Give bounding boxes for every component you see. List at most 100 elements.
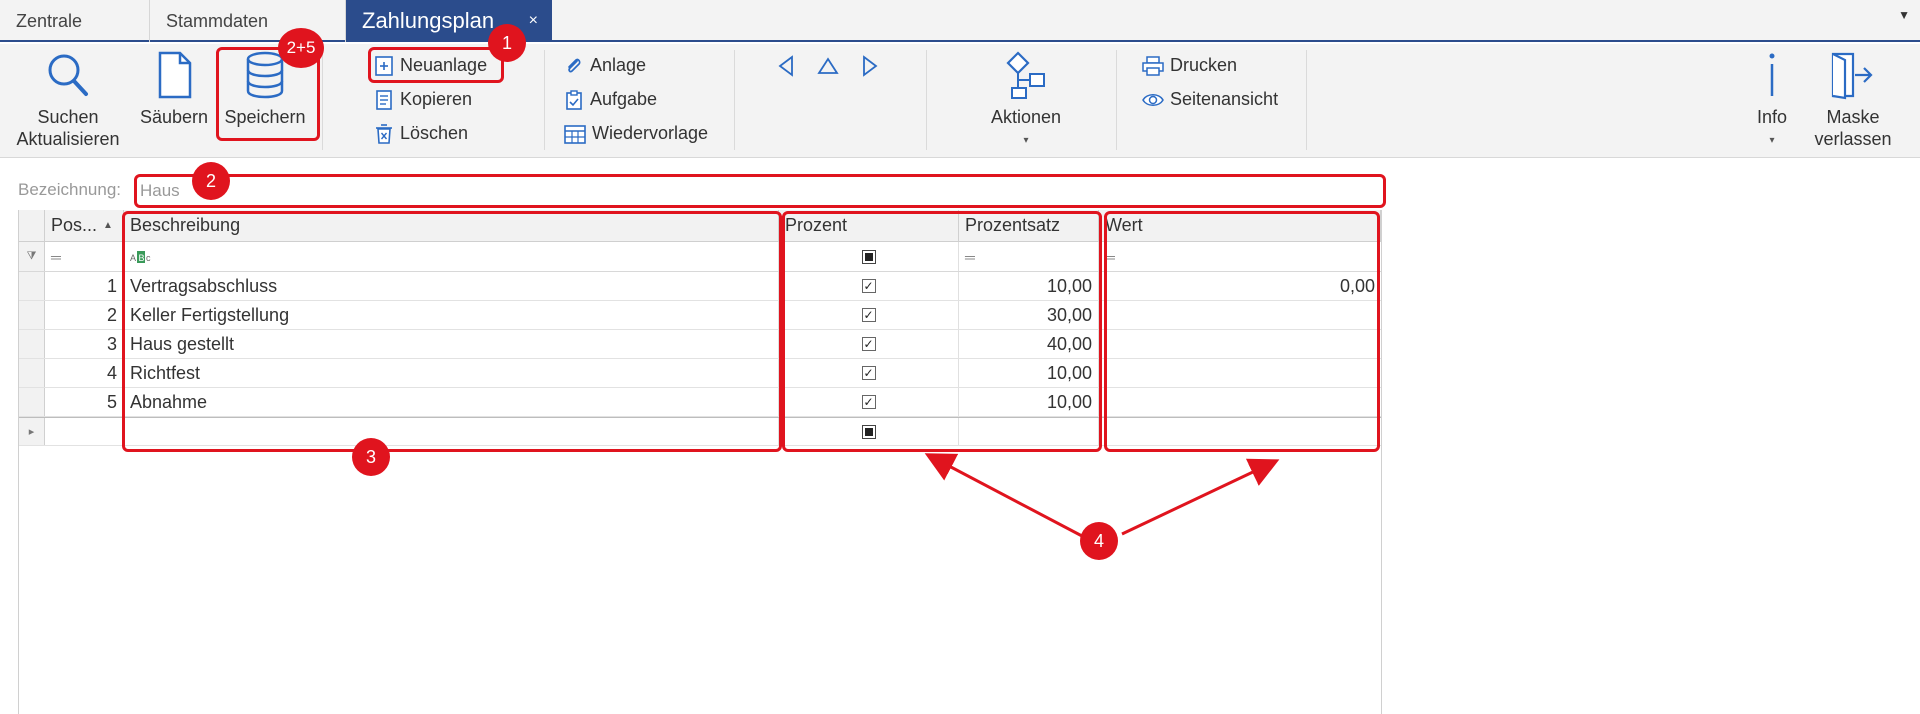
cell-pos[interactable] — [45, 418, 124, 445]
cell-rate[interactable] — [959, 418, 1099, 445]
filter-rate[interactable]: ═ — [959, 242, 1099, 271]
clear-button[interactable]: Säubern — [136, 50, 212, 128]
filter-pos[interactable]: ═ — [45, 242, 124, 271]
cell-pos[interactable]: 4 — [45, 359, 124, 387]
cell-percent[interactable]: ✓ — [779, 359, 959, 387]
cell-rate[interactable]: 30,00 — [959, 301, 1099, 329]
designation-field[interactable]: Haus — [134, 176, 1384, 206]
column-header-value[interactable]: Wert — [1099, 210, 1381, 241]
chevron-down-icon: ▾ — [1769, 135, 1775, 146]
cell-value[interactable] — [1099, 359, 1381, 387]
cell-rate[interactable]: 10,00 — [959, 272, 1099, 300]
exit-label-2: verlassen — [1814, 129, 1892, 149]
filter-percent[interactable] — [779, 242, 959, 271]
task-button[interactable]: Aufgabe — [564, 86, 657, 112]
cell-description[interactable]: Richtfest — [124, 359, 779, 387]
preview-button[interactable]: Seitenansicht — [1142, 86, 1278, 112]
equals-icon: ═ — [965, 248, 975, 265]
ribbon-separator — [1116, 50, 1117, 150]
next-icon[interactable] — [860, 54, 880, 78]
chevron-down-icon: ▾ — [1023, 135, 1029, 146]
column-header-description[interactable]: Beschreibung — [124, 210, 779, 241]
cell-percent[interactable]: ✓ — [779, 388, 959, 416]
info-icon — [1769, 53, 1775, 96]
column-header-pos[interactable]: Pos... ▲ — [45, 210, 124, 241]
preview-label: Seitenansicht — [1170, 89, 1279, 109]
info-button[interactable]: Info ▾ — [1746, 50, 1798, 152]
text-filter-icon: A B c — [130, 250, 151, 263]
indeterminate-checkbox[interactable] — [861, 424, 876, 439]
cell-pos[interactable]: 5 — [45, 388, 124, 416]
cell-value[interactable] — [1099, 301, 1381, 329]
exit-label: Maske — [1826, 107, 1880, 127]
tab-zentrale[interactable]: Zentrale — [0, 0, 150, 42]
checkbox-checked[interactable]: ✓ — [861, 308, 876, 322]
cell-percent[interactable]: ✓ — [779, 301, 959, 329]
print-button[interactable]: Drucken — [1142, 52, 1237, 78]
table-row[interactable]: 4 Richtfest ✓ 10,00 — [19, 359, 1381, 388]
cell-description[interactable]: Haus gestellt — [124, 330, 779, 358]
close-icon[interactable]: × — [529, 0, 538, 42]
row-indicator[interactable] — [19, 388, 45, 416]
new-button[interactable]: Neuanlage — [374, 52, 487, 78]
previous-icon[interactable] — [776, 54, 796, 78]
header-label: Pos... — [51, 215, 98, 235]
cell-value[interactable] — [1099, 418, 1381, 445]
cell-pos[interactable]: 1 — [45, 272, 124, 300]
row-indicator[interactable] — [19, 359, 45, 387]
ribbon-separator — [734, 50, 735, 150]
row-indicator[interactable] — [19, 272, 45, 300]
cell-rate[interactable]: 10,00 — [959, 359, 1099, 387]
column-header-percent[interactable]: Prozent — [779, 210, 959, 241]
workflow-icon — [1006, 51, 1045, 99]
indeterminate-checkbox[interactable] — [861, 249, 876, 264]
new-row[interactable]: ▸ — [19, 417, 1381, 446]
search-button[interactable]: Suchen Aktualisieren — [12, 50, 124, 150]
cell-description[interactable]: Vertragsabschluss — [124, 272, 779, 300]
cell-pos[interactable]: 3 — [45, 330, 124, 358]
cell-value[interactable]: 0,00 — [1099, 272, 1381, 300]
sort-ascending-icon: ▲ — [103, 220, 113, 231]
actions-button[interactable]: Aktionen ▾ — [966, 50, 1086, 152]
row-indicator[interactable] — [19, 330, 45, 358]
table-row[interactable]: 5 Abnahme ✓ 10,00 — [19, 388, 1381, 417]
payment-plan-grid: Pos... ▲ Beschreibung Prozent Prozentsatz… — [18, 210, 1382, 714]
cell-rate[interactable]: 40,00 — [959, 330, 1099, 358]
calendar-icon — [564, 125, 586, 145]
search-label: Suchen — [37, 107, 99, 127]
row-indicator-header — [19, 210, 45, 241]
search-icon — [48, 54, 88, 96]
copy-button[interactable]: Kopieren — [374, 86, 472, 112]
cell-value[interactable] — [1099, 388, 1381, 416]
up-icon[interactable] — [816, 54, 840, 78]
table-row[interactable]: 1 Vertragsabschluss ✓ 10,00 0,00 — [19, 272, 1381, 301]
row-indicator[interactable] — [19, 301, 45, 329]
chevron-down-icon[interactable]: ▼ — [1898, 8, 1910, 22]
cell-description[interactable]: Abnahme — [124, 388, 779, 416]
exit-button[interactable]: Maske verlassen — [1808, 50, 1898, 150]
tab-label: Zahlungsplan — [362, 8, 495, 33]
cell-rate[interactable]: 10,00 — [959, 388, 1099, 416]
followup-button[interactable]: Wiedervorlage — [564, 120, 708, 146]
svg-text:B: B — [139, 253, 145, 263]
checkbox-checked[interactable]: ✓ — [861, 337, 876, 351]
column-header-rate[interactable]: Prozentsatz — [959, 210, 1099, 241]
cell-description[interactable]: Keller Fertigstellung — [124, 301, 779, 329]
cell-value[interactable] — [1099, 330, 1381, 358]
attachment-button[interactable]: Anlage — [564, 52, 646, 78]
cell-pos[interactable]: 2 — [45, 301, 124, 329]
checkbox-checked[interactable]: ✓ — [861, 366, 876, 380]
cell-percent[interactable]: ✓ — [779, 330, 959, 358]
delete-button[interactable]: Löschen — [374, 120, 468, 146]
filter-description[interactable]: A B c — [124, 242, 779, 271]
cell-percent[interactable] — [779, 418, 959, 445]
filter-value[interactable]: ═ — [1099, 242, 1381, 271]
add-document-icon — [375, 56, 393, 77]
cell-percent[interactable]: ✓ — [779, 272, 959, 300]
cell-description[interactable] — [124, 418, 779, 445]
table-row[interactable]: 2 Keller Fertigstellung ✓ 30,00 — [19, 301, 1381, 330]
checkbox-checked[interactable]: ✓ — [861, 395, 876, 409]
table-row[interactable]: 3 Haus gestellt ✓ 40,00 — [19, 330, 1381, 359]
paperclip-icon — [568, 58, 581, 73]
checkbox-checked[interactable]: ✓ — [861, 279, 876, 293]
